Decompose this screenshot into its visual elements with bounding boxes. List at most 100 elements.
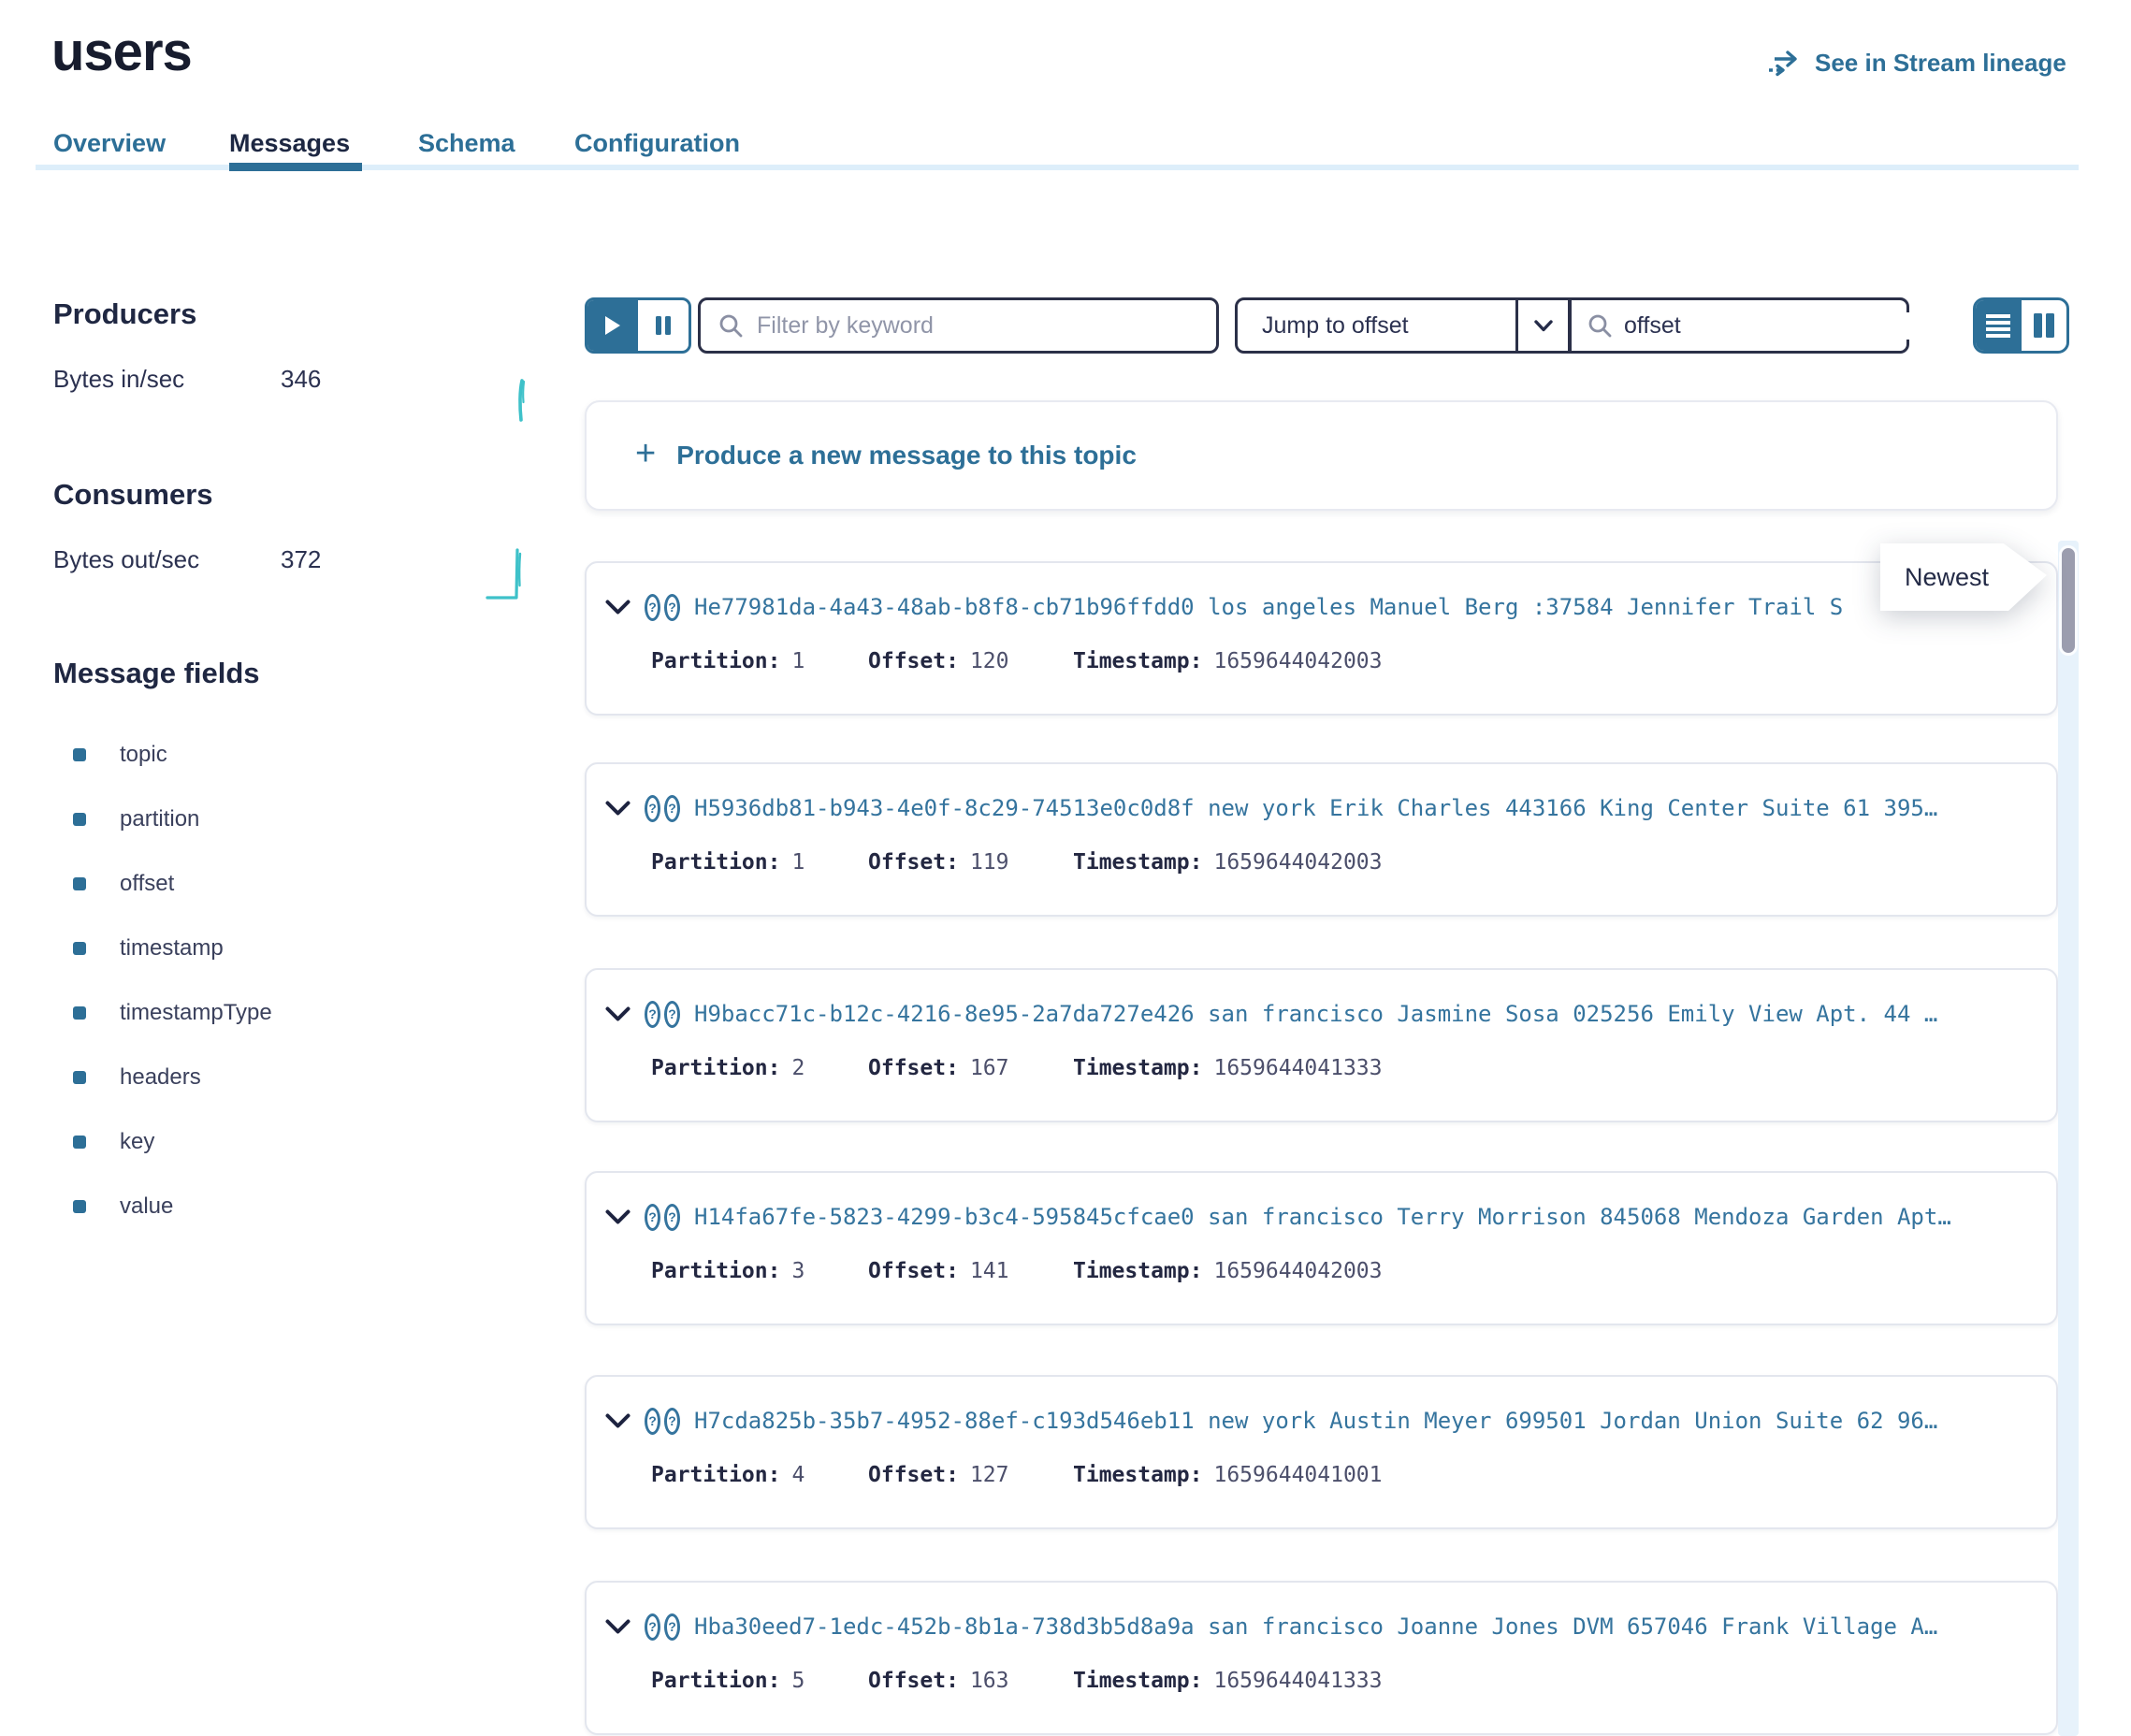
- message-row[interactable]: ?? Hba30eed7-1edc-452b-8b1a-738d3b5d8a9a…: [585, 1581, 2058, 1735]
- timestamp-value: 1659644041001: [1213, 1463, 1382, 1487]
- message-fields-list: topic partition offset timestamp timesta…: [53, 722, 540, 1238]
- timestamp-label: Timestamp:: [1073, 1463, 1202, 1487]
- plus-icon: +: [635, 436, 656, 471]
- tab-overview[interactable]: Overview: [53, 129, 166, 158]
- field-item-topic[interactable]: topic: [53, 722, 540, 787]
- scrollbar-thumb[interactable]: [2059, 545, 2078, 656]
- partition-label: Partition:: [651, 649, 780, 673]
- column-view-button[interactable]: [2022, 300, 2067, 351]
- message-key-value: H14fa67fe-5823-4299-b3c4-595845cfcae0 sa…: [694, 1204, 2028, 1230]
- timestamp-value: 1659644042003: [1213, 850, 1382, 875]
- partition-label: Partition:: [651, 1669, 780, 1693]
- row-chevron-icon[interactable]: [605, 1209, 631, 1225]
- stream-lineage-label: See in Stream lineage: [1815, 49, 2066, 78]
- message-key-value: He77981da-4a43-48ab-b8f8-cb71b96ffdd0 lo…: [694, 594, 2028, 620]
- square-bullet-icon: [73, 813, 86, 826]
- field-label: headers: [120, 1064, 201, 1091]
- message-row[interactable]: ?? H5936db81-b943-4e0f-8c29-74513e0c0d8f…: [585, 762, 2058, 917]
- row-chevron-icon[interactable]: [605, 1619, 631, 1635]
- search-icon: [1587, 312, 1613, 339]
- search-icon: [718, 312, 744, 339]
- chevron-down-icon[interactable]: [1515, 300, 1568, 351]
- jump-to-offset-select[interactable]: Jump to offset: [1235, 297, 1571, 354]
- square-bullet-icon: [73, 748, 86, 761]
- message-row[interactable]: ?? He77981da-4a43-48ab-b8f8-cb71b96ffdd0…: [585, 561, 2058, 716]
- scrollbar-track[interactable]: [2058, 541, 2079, 1736]
- field-label: partition: [120, 806, 199, 832]
- tab-configuration[interactable]: Configuration: [574, 129, 740, 158]
- message-meta: Partition:3 Offset:141 Timestamp:1659644…: [651, 1259, 2028, 1283]
- bytes-in-label: Bytes in/sec: [53, 365, 281, 394]
- field-label: key: [120, 1129, 154, 1155]
- pause-icon: [655, 314, 672, 337]
- field-item-timestamp[interactable]: timestamp: [53, 916, 540, 980]
- sparkline-out: [486, 542, 532, 600]
- produce-message-label: Produce a new message to this topic: [676, 441, 1137, 470]
- field-item-key[interactable]: key: [53, 1109, 540, 1174]
- message-meta: Partition:5 Offset:163 Timestamp:1659644…: [651, 1669, 2028, 1693]
- timestamp-value: 1659644041333: [1213, 1669, 1382, 1693]
- square-bullet-icon: [73, 877, 86, 890]
- unknown-char-icon: ??: [645, 594, 680, 621]
- newest-tooltip: Newest: [1880, 543, 2047, 611]
- field-label: offset: [120, 871, 174, 897]
- row-chevron-icon[interactable]: [605, 1413, 631, 1429]
- message-row[interactable]: ?? H14fa67fe-5823-4299-b3c4-595845cfcae0…: [585, 1171, 2058, 1325]
- stream-lineage-icon: [1768, 50, 1802, 78]
- play-pause-toggle[interactable]: [585, 297, 691, 354]
- message-key-value: H9bacc71c-b12c-4216-8e95-2a7da727e426 sa…: [694, 1001, 2028, 1027]
- keyword-filter-input[interactable]: [757, 312, 1199, 340]
- offset-value: 141: [970, 1259, 1009, 1283]
- timestamp-label: Timestamp:: [1073, 1669, 1202, 1693]
- message-row[interactable]: ?? H7cda825b-35b7-4952-88ef-c193d546eb11…: [585, 1375, 2058, 1529]
- offset-value: 120: [970, 649, 1009, 673]
- timestamp-label: Timestamp:: [1073, 1259, 1202, 1283]
- play-icon: [603, 314, 622, 337]
- bytes-out-metric: Bytes out/sec 372: [53, 545, 540, 574]
- tab-schema[interactable]: Schema: [418, 129, 515, 158]
- row-chevron-icon[interactable]: [605, 1006, 631, 1022]
- jump-to-offset-value: Jump to offset: [1238, 312, 1515, 340]
- keyword-filter-field[interactable]: [698, 297, 1219, 354]
- field-item-offset[interactable]: offset: [53, 851, 540, 916]
- producers-heading: Producers: [53, 297, 540, 331]
- offset-label: Offset:: [868, 1463, 959, 1487]
- tab-messages[interactable]: Messages: [229, 129, 350, 158]
- list-view-icon: [1986, 314, 2010, 338]
- field-item-value[interactable]: value: [53, 1174, 540, 1238]
- partition-value: 3: [791, 1259, 805, 1283]
- field-item-headers[interactable]: headers: [53, 1045, 540, 1109]
- play-button[interactable]: [587, 300, 638, 351]
- stream-lineage-link[interactable]: See in Stream lineage: [1768, 49, 2066, 78]
- row-chevron-icon[interactable]: [605, 801, 631, 817]
- message-key-value: H7cda825b-35b7-4952-88ef-c193d546eb11 ne…: [694, 1408, 2028, 1434]
- list-view-button[interactable]: [1976, 300, 2022, 351]
- field-item-partition[interactable]: partition: [53, 787, 540, 851]
- message-key-value: H5936db81-b943-4e0f-8c29-74513e0c0d8f ne…: [694, 795, 2028, 821]
- offset-label: Offset:: [868, 649, 959, 673]
- partition-label: Partition:: [651, 1463, 780, 1487]
- partition-label: Partition:: [651, 1259, 780, 1283]
- view-mode-toggle[interactable]: [1973, 297, 2069, 354]
- offset-value: 163: [970, 1669, 1009, 1693]
- message-row[interactable]: ?? H9bacc71c-b12c-4216-8e95-2a7da727e426…: [585, 968, 2058, 1122]
- produce-message-button[interactable]: + Produce a new message to this topic: [585, 400, 2058, 511]
- bytes-in-value: 346: [281, 365, 321, 394]
- row-chevron-icon[interactable]: [605, 600, 631, 615]
- field-label: timestamp: [120, 935, 224, 962]
- message-fields-heading: Message fields: [53, 657, 540, 690]
- square-bullet-icon: [73, 1071, 86, 1084]
- field-label: topic: [120, 742, 167, 768]
- timestamp-label: Timestamp:: [1073, 1056, 1202, 1080]
- field-label: value: [120, 1194, 173, 1220]
- active-tab-indicator: [229, 163, 362, 171]
- unknown-char-icon: ??: [645, 795, 680, 822]
- offset-search-input[interactable]: [1624, 312, 1925, 340]
- message-meta: Partition:2 Offset:167 Timestamp:1659644…: [651, 1056, 2028, 1080]
- bytes-out-value: 372: [281, 545, 321, 574]
- partition-value: 2: [791, 1056, 805, 1080]
- offset-search-field[interactable]: [1569, 297, 1909, 354]
- field-item-timestamptype[interactable]: timestampType: [53, 980, 540, 1045]
- messages-panel: Jump to offset: [585, 297, 2058, 1736]
- pause-button[interactable]: [638, 300, 689, 351]
